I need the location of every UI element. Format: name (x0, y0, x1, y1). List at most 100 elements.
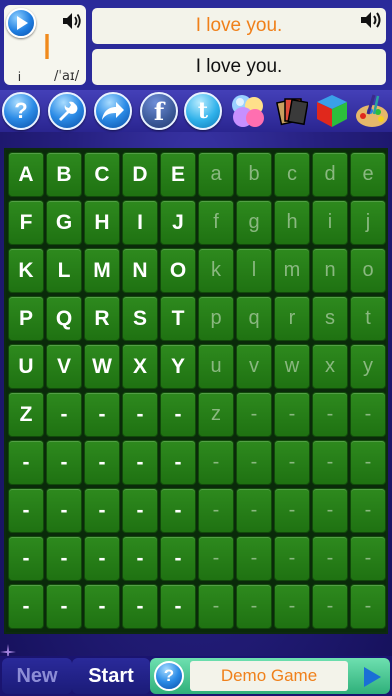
letter-tile[interactable]: - (312, 440, 348, 485)
letter-tile[interactable]: C (84, 152, 120, 197)
letter-tile[interactable]: A (8, 152, 44, 197)
letter-tile[interactable]: - (236, 536, 272, 581)
letter-tile[interactable]: - (274, 440, 310, 485)
letter-tile[interactable]: - (8, 488, 44, 533)
letter-tile[interactable]: - (46, 584, 82, 629)
letter-tile[interactable]: - (122, 536, 158, 581)
letter-tile[interactable]: - (84, 440, 120, 485)
letter-tile[interactable]: - (46, 536, 82, 581)
letter-tile[interactable]: U (8, 344, 44, 389)
letter-tile[interactable]: s (312, 296, 348, 341)
letter-tile[interactable]: - (312, 536, 348, 581)
sentence-bottom[interactable]: I love you. (92, 49, 386, 85)
letter-tile[interactable]: e (350, 152, 386, 197)
letter-tile[interactable]: l (236, 248, 272, 293)
letter-tile[interactable]: z (198, 392, 234, 437)
letter-tile[interactable]: - (160, 488, 196, 533)
letter-tile[interactable]: v (236, 344, 272, 389)
new-button[interactable]: New (2, 658, 72, 694)
letter-tile[interactable]: - (236, 392, 272, 437)
letter-tile[interactable]: d (312, 152, 348, 197)
letter-tile[interactable]: - (312, 584, 348, 629)
letter-tile[interactable]: i (312, 200, 348, 245)
speaker-icon[interactable] (60, 10, 84, 32)
letter-tile[interactable]: - (274, 488, 310, 533)
letter-tile[interactable]: - (312, 488, 348, 533)
letter-tile[interactable]: - (122, 392, 158, 437)
start-button[interactable]: Start (72, 658, 150, 694)
letter-tile[interactable]: S (122, 296, 158, 341)
letter-tile[interactable]: Q (46, 296, 82, 341)
letter-tile[interactable]: a (198, 152, 234, 197)
letter-tile[interactable]: - (84, 392, 120, 437)
letter-tile[interactable]: - (350, 584, 386, 629)
letter-tile[interactable]: - (274, 584, 310, 629)
letter-tile[interactable]: - (350, 440, 386, 485)
letter-tile[interactable]: G (46, 200, 82, 245)
letter-tile[interactable]: q (236, 296, 272, 341)
letter-tile[interactable]: K (8, 248, 44, 293)
letter-tile[interactable]: Z (8, 392, 44, 437)
twitter-button[interactable]: t (184, 92, 222, 130)
letter-tile[interactable]: T (160, 296, 196, 341)
share-button[interactable] (94, 92, 132, 130)
letter-tile[interactable]: - (274, 536, 310, 581)
letter-tile[interactable]: - (160, 536, 196, 581)
letter-tile[interactable]: c (274, 152, 310, 197)
letter-tile[interactable]: u (198, 344, 234, 389)
letter-tile[interactable]: - (122, 584, 158, 629)
letter-tile[interactable]: I (122, 200, 158, 245)
letter-tile[interactable]: N (122, 248, 158, 293)
letter-tile[interactable]: - (46, 488, 82, 533)
letter-tile[interactable]: L (46, 248, 82, 293)
letter-tile[interactable]: - (122, 488, 158, 533)
letter-tile[interactable]: - (312, 392, 348, 437)
demo-help-button[interactable]: ? (154, 661, 184, 691)
letter-tile[interactable]: - (350, 488, 386, 533)
letter-tile[interactable]: J (160, 200, 196, 245)
letter-tile[interactable]: - (8, 584, 44, 629)
letter-tile[interactable]: F (8, 200, 44, 245)
letter-tile[interactable]: V (46, 344, 82, 389)
letter-tile[interactable]: - (350, 392, 386, 437)
letter-tile[interactable]: M (84, 248, 120, 293)
letter-tile[interactable]: B (46, 152, 82, 197)
letter-tile[interactable]: n (312, 248, 348, 293)
letter-tile[interactable]: O (160, 248, 196, 293)
letter-tile[interactable]: b (236, 152, 272, 197)
demo-game-label[interactable]: Demo Game (190, 661, 348, 691)
letter-tile[interactable]: - (350, 536, 386, 581)
flashcards-button[interactable] (275, 93, 309, 129)
letter-tile[interactable]: R (84, 296, 120, 341)
letter-tile[interactable]: Y (160, 344, 196, 389)
letter-tile[interactable]: - (236, 584, 272, 629)
cube-button[interactable] (314, 92, 350, 130)
letter-tile[interactable]: y (350, 344, 386, 389)
letter-tile[interactable]: p (198, 296, 234, 341)
facebook-button[interactable]: f (140, 92, 178, 130)
letter-tile[interactable]: - (236, 488, 272, 533)
letter-tile[interactable]: - (160, 392, 196, 437)
sentence-top[interactable]: I love you. (92, 8, 386, 44)
letter-tile[interactable]: D (122, 152, 158, 197)
demo-play-button[interactable] (358, 663, 386, 691)
letter-tile[interactable]: w (274, 344, 310, 389)
settings-button[interactable] (48, 92, 86, 130)
letter-tile[interactable]: - (122, 440, 158, 485)
letter-tile[interactable]: - (46, 440, 82, 485)
letter-tile[interactable]: t (350, 296, 386, 341)
letter-tile[interactable]: - (198, 440, 234, 485)
letter-tile[interactable]: - (8, 536, 44, 581)
letter-tile[interactable]: - (84, 536, 120, 581)
letter-tile[interactable]: - (46, 392, 82, 437)
play-button[interactable] (6, 8, 36, 38)
letter-tile[interactable]: g (236, 200, 272, 245)
letter-tile[interactable]: - (198, 584, 234, 629)
letter-tile[interactable]: k (198, 248, 234, 293)
letter-tile[interactable]: - (8, 440, 44, 485)
letter-tile[interactable]: - (198, 488, 234, 533)
letter-tile[interactable]: - (198, 536, 234, 581)
letter-tile[interactable]: H (84, 200, 120, 245)
letter-tile[interactable]: P (8, 296, 44, 341)
letter-tile[interactable]: x (312, 344, 348, 389)
